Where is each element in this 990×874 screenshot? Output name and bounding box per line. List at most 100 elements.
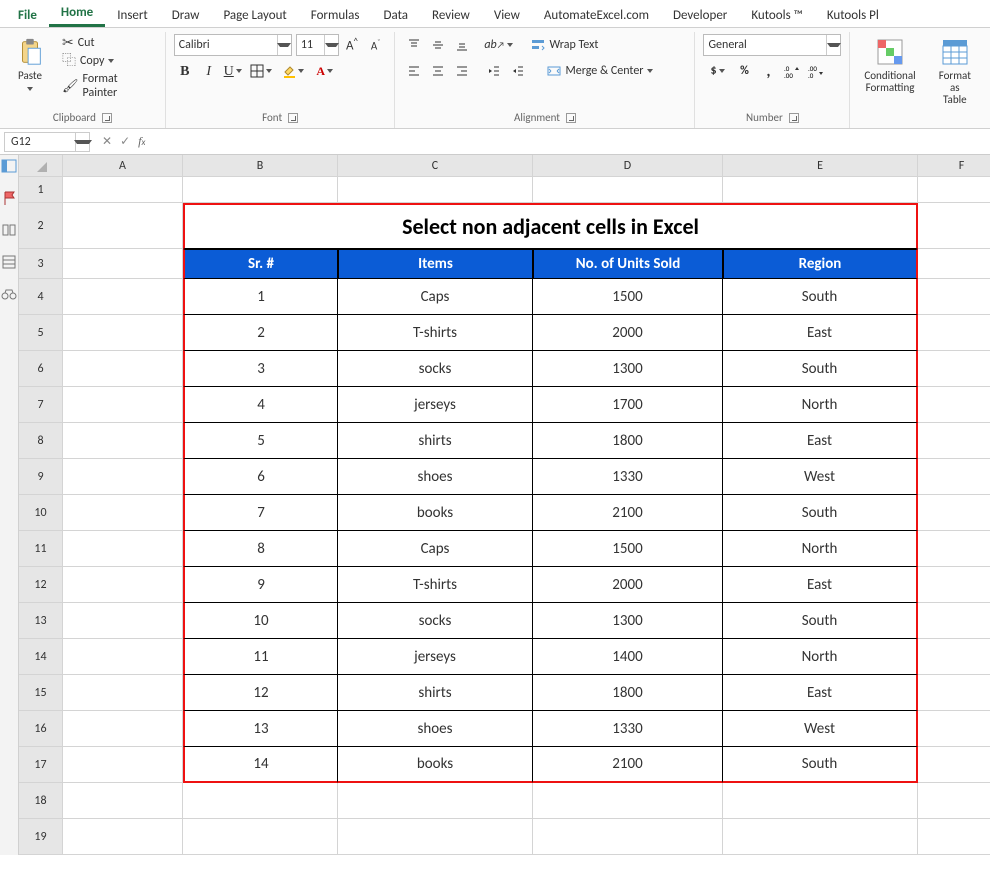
row-header[interactable]: 7 bbox=[19, 387, 63, 423]
flag-icon[interactable] bbox=[0, 189, 18, 207]
cell[interactable] bbox=[918, 603, 990, 639]
row-header[interactable]: 14 bbox=[19, 639, 63, 675]
bold-button[interactable] bbox=[174, 61, 196, 81]
tab-formulas[interactable]: Formulas bbox=[299, 3, 372, 27]
increase-decimal-button[interactable]: .0.00 bbox=[781, 61, 803, 81]
conditional-formatting-button[interactable]: Conditional Formatting bbox=[858, 34, 921, 96]
cell[interactable] bbox=[63, 711, 183, 747]
table-header[interactable]: Items bbox=[338, 249, 533, 279]
cell[interactable] bbox=[533, 177, 723, 203]
dialog-launcher-icon[interactable] bbox=[102, 113, 112, 123]
col-header[interactable]: B bbox=[183, 155, 338, 177]
table-cell[interactable]: T-shirts bbox=[338, 315, 533, 351]
cell[interactable] bbox=[918, 177, 990, 203]
cell[interactable] bbox=[63, 531, 183, 567]
table-cell[interactable]: 2000 bbox=[533, 567, 723, 603]
row-header[interactable]: 12 bbox=[19, 567, 63, 603]
col-header[interactable]: E bbox=[723, 155, 918, 177]
cell[interactable] bbox=[918, 249, 990, 279]
decrease-indent-button[interactable] bbox=[483, 61, 505, 81]
table-header[interactable]: Region bbox=[723, 249, 918, 279]
merge-center-button[interactable]: Merge & Center bbox=[543, 62, 657, 80]
table-cell[interactable]: 4 bbox=[183, 387, 338, 423]
table-cell[interactable]: shirts bbox=[338, 675, 533, 711]
row-header[interactable]: 2 bbox=[19, 203, 63, 249]
cell[interactable] bbox=[63, 279, 183, 315]
table-cell[interactable]: 7 bbox=[183, 495, 338, 531]
cell[interactable] bbox=[63, 639, 183, 675]
table-cell[interactable]: books bbox=[338, 495, 533, 531]
name-box[interactable]: G12 bbox=[4, 132, 90, 152]
col-header[interactable]: F bbox=[918, 155, 990, 177]
align-right-button[interactable] bbox=[451, 61, 473, 81]
table-cell[interactable]: books bbox=[338, 747, 533, 783]
cell[interactable] bbox=[63, 315, 183, 351]
table-cell[interactable]: jerseys bbox=[338, 387, 533, 423]
dialog-launcher-icon[interactable] bbox=[789, 113, 799, 123]
borders-button[interactable] bbox=[246, 61, 276, 81]
cell[interactable] bbox=[723, 819, 918, 855]
cell[interactable] bbox=[918, 567, 990, 603]
tab-review[interactable]: Review bbox=[420, 3, 482, 27]
increase-font-button[interactable]: A^ bbox=[341, 35, 363, 55]
table-cell[interactable]: East bbox=[723, 423, 918, 459]
table-cell[interactable]: shoes bbox=[338, 711, 533, 747]
cell[interactable] bbox=[63, 603, 183, 639]
enter-icon[interactable]: ✓ bbox=[120, 134, 130, 149]
font-name-dropdown[interactable]: Calibri bbox=[174, 34, 292, 56]
title-cell[interactable]: Select non adjacent cells in Excel bbox=[183, 203, 918, 249]
tab-automateexcel[interactable]: AutomateExcel.com bbox=[532, 3, 661, 27]
row-header[interactable]: 18 bbox=[19, 783, 63, 819]
table-cell[interactable]: jerseys bbox=[338, 639, 533, 675]
cell[interactable] bbox=[63, 177, 183, 203]
table-cell[interactable]: East bbox=[723, 567, 918, 603]
col-header[interactable]: D bbox=[533, 155, 723, 177]
underline-button[interactable] bbox=[222, 61, 244, 81]
table-cell[interactable]: socks bbox=[338, 351, 533, 387]
table-cell[interactable]: South bbox=[723, 279, 918, 315]
cell[interactable] bbox=[918, 279, 990, 315]
row-header[interactable]: 17 bbox=[19, 747, 63, 783]
table-cell[interactable]: South bbox=[723, 603, 918, 639]
cell[interactable] bbox=[183, 819, 338, 855]
cell[interactable] bbox=[918, 747, 990, 783]
cell[interactable] bbox=[183, 783, 338, 819]
wrap-text-button[interactable]: Wrap Text bbox=[527, 36, 602, 54]
tab-data[interactable]: Data bbox=[371, 3, 420, 27]
cancel-icon[interactable]: ✕ bbox=[102, 134, 112, 149]
table-cell[interactable]: North bbox=[723, 639, 918, 675]
increase-indent-button[interactable] bbox=[507, 61, 529, 81]
cell[interactable] bbox=[723, 177, 918, 203]
table-cell[interactable]: South bbox=[723, 351, 918, 387]
cell[interactable] bbox=[63, 783, 183, 819]
table-cell[interactable]: North bbox=[723, 387, 918, 423]
orientation-button[interactable]: ab↗ bbox=[483, 35, 513, 55]
table-cell[interactable]: Caps bbox=[338, 531, 533, 567]
table-cell[interactable]: 9 bbox=[183, 567, 338, 603]
number-format-dropdown[interactable]: General bbox=[703, 34, 841, 56]
row-header[interactable]: 15 bbox=[19, 675, 63, 711]
cell[interactable] bbox=[63, 203, 183, 249]
cell[interactable] bbox=[63, 351, 183, 387]
row-header[interactable]: 4 bbox=[19, 279, 63, 315]
cells-grid[interactable]: ABCDEF12Select non adjacent cells in Exc… bbox=[19, 155, 990, 855]
align-top-button[interactable] bbox=[403, 35, 425, 55]
table-cell[interactable]: 11 bbox=[183, 639, 338, 675]
tab-insert[interactable]: Insert bbox=[105, 3, 160, 27]
cell[interactable] bbox=[918, 531, 990, 567]
cell[interactable] bbox=[918, 423, 990, 459]
cell[interactable] bbox=[918, 351, 990, 387]
percent-button[interactable]: % bbox=[733, 61, 755, 81]
cell[interactable] bbox=[918, 819, 990, 855]
cell[interactable] bbox=[338, 819, 533, 855]
italic-button[interactable] bbox=[198, 61, 220, 81]
cell[interactable] bbox=[918, 203, 990, 249]
table-cell[interactable]: T-shirts bbox=[338, 567, 533, 603]
grid-icon[interactable] bbox=[0, 253, 18, 271]
cell[interactable] bbox=[723, 783, 918, 819]
row-header[interactable]: 9 bbox=[19, 459, 63, 495]
cell[interactable] bbox=[918, 387, 990, 423]
cell[interactable] bbox=[918, 495, 990, 531]
table-cell[interactable]: South bbox=[723, 747, 918, 783]
table-cell[interactable]: North bbox=[723, 531, 918, 567]
